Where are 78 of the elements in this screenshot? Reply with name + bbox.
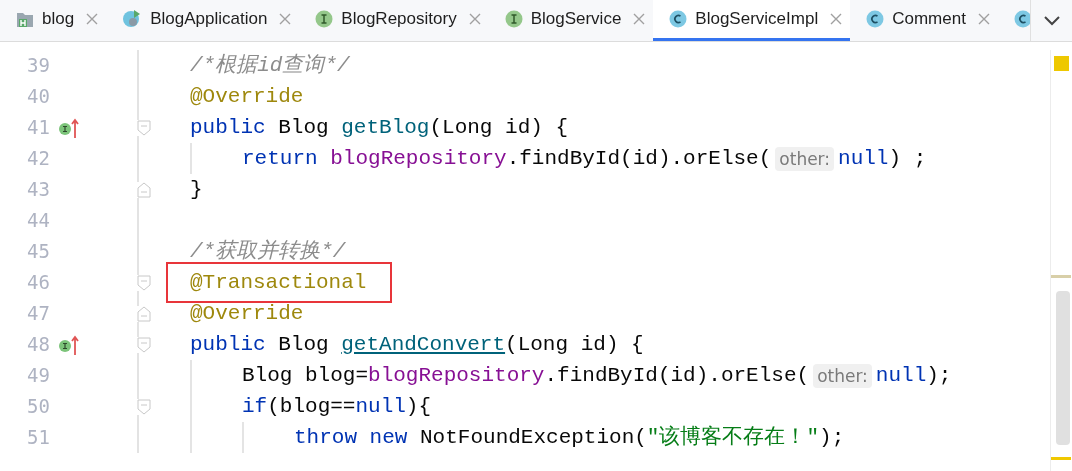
line-number: 40 xyxy=(26,84,50,110)
code-text: "该博客不存在！" xyxy=(646,424,820,451)
warning-marker[interactable] xyxy=(1054,56,1069,71)
code-text: if xyxy=(242,393,268,420)
close-icon[interactable] xyxy=(633,13,646,25)
line-number: 44 xyxy=(26,208,50,234)
code-text: Blog blog= xyxy=(242,362,369,389)
line-number: 39 xyxy=(26,53,50,79)
editor-tab[interactable]: Comment xyxy=(850,0,998,41)
chevron-down-icon xyxy=(1043,15,1060,26)
editor-tab[interactable]: BlogApplication xyxy=(106,0,300,41)
fold-icon[interactable] xyxy=(137,305,151,322)
code-text: (Long id) { xyxy=(505,331,644,358)
fold-icon[interactable] xyxy=(137,274,151,291)
line-number: 41 xyxy=(26,115,50,141)
code-text: ) ; xyxy=(888,145,927,172)
code-text: } xyxy=(190,176,203,203)
warning-marker xyxy=(1051,457,1071,460)
parameter-hint: other: xyxy=(813,363,872,388)
close-icon[interactable] xyxy=(279,13,292,25)
code-text: /*根据id查询*/ xyxy=(190,52,350,79)
line-number: 43 xyxy=(26,177,50,203)
code-text: @Transactional xyxy=(190,270,367,294)
code-text: Blog xyxy=(278,114,329,141)
code-text: blogRepository xyxy=(368,362,545,389)
line-number: 45 xyxy=(26,239,50,265)
line-number: 48 xyxy=(26,332,50,358)
code-text: throw new xyxy=(294,424,408,451)
line-number: 49 xyxy=(26,363,50,389)
code-text: blogRepository xyxy=(330,145,507,172)
code-text: ){ xyxy=(405,393,432,420)
editor-tab[interactable]: BlogService xyxy=(488,0,654,41)
interface-icon xyxy=(504,10,523,28)
line-number: 50 xyxy=(26,394,50,420)
editor-tab[interactable]: BlogServiceImpl xyxy=(653,0,851,41)
editor-tab[interactable]: BlogRepository xyxy=(299,0,489,41)
fold-icon[interactable] xyxy=(137,181,151,198)
implements-icon[interactable] xyxy=(58,333,80,356)
line-number: 47 xyxy=(26,301,50,327)
line-number: 42 xyxy=(26,146,50,172)
method-link[interactable]: getAndConvert xyxy=(341,328,506,361)
code-text: ); xyxy=(819,424,845,451)
class-icon xyxy=(1013,10,1030,28)
code-text: .findById(id).orElse( xyxy=(506,145,772,172)
code-text: public xyxy=(190,331,266,358)
class-icon xyxy=(669,10,688,28)
close-icon[interactable] xyxy=(86,13,99,25)
scrollbar-thumb[interactable] xyxy=(1056,291,1070,445)
code-text: Blog xyxy=(278,331,329,358)
code-text: public xyxy=(190,114,266,141)
fold-icon[interactable] xyxy=(137,398,151,415)
code-text: .findById(id).orElse( xyxy=(544,362,810,389)
line-number: 51 xyxy=(26,425,50,451)
fold-icon[interactable] xyxy=(137,336,151,353)
module-icon xyxy=(16,10,34,28)
code-text: (blog== xyxy=(267,393,356,420)
line-number: 46 xyxy=(26,270,50,296)
fold-icon[interactable] xyxy=(137,119,151,136)
close-icon[interactable] xyxy=(468,13,481,25)
code-text: @Override xyxy=(190,300,304,327)
change-marker xyxy=(1051,275,1071,278)
interface-icon xyxy=(315,10,334,28)
close-icon[interactable] xyxy=(977,13,990,25)
code-text: /*获取并转换*/ xyxy=(190,238,346,265)
code-text: null xyxy=(838,145,889,172)
code-text: (Long id) { xyxy=(429,114,569,141)
code-text: ); xyxy=(926,362,952,389)
close-icon[interactable] xyxy=(830,13,843,25)
implements-icon[interactable] xyxy=(58,116,80,139)
code-text: null xyxy=(355,393,406,420)
class-icon xyxy=(866,10,885,28)
editor-tab[interactable]: blog xyxy=(0,0,107,41)
code-text: return xyxy=(242,145,318,172)
code-text: NotFoundException( xyxy=(420,424,647,451)
code-text: @Override xyxy=(190,83,304,110)
code-text: null xyxy=(875,362,927,389)
parameter-hint: other: xyxy=(775,146,835,171)
code-text: getBlog xyxy=(341,114,430,141)
